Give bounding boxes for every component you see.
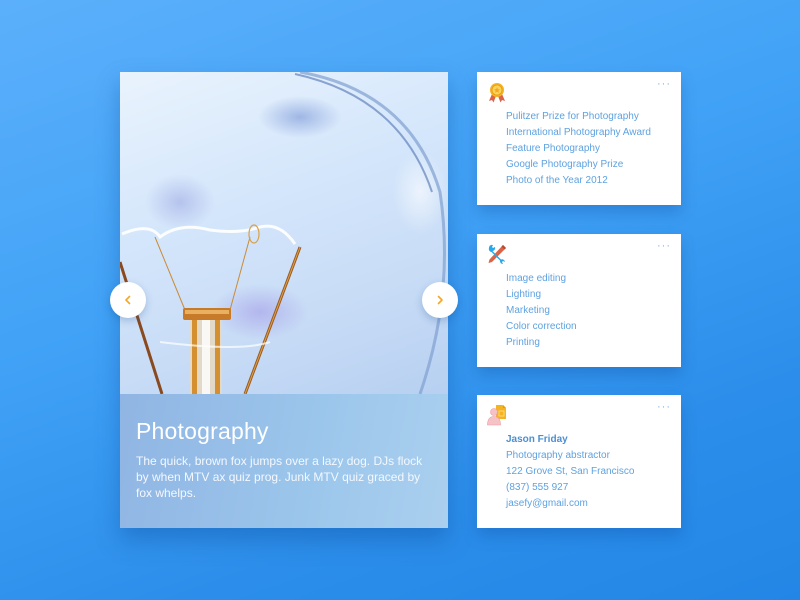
bulb-glass-edge <box>299 72 446 394</box>
hero-title: Photography <box>136 418 269 444</box>
contact-phone[interactable]: (837) 555 927 <box>506 480 634 496</box>
contact-card: ··· Jason Friday Photography abstractor … <box>477 395 681 528</box>
support-wire-left <box>154 236 186 311</box>
award-item[interactable]: Feature Photography <box>506 141 651 157</box>
skill-item[interactable]: Color correction <box>506 319 577 335</box>
chevron-right-icon <box>437 295 443 305</box>
contact-address[interactable]: 122 Grove St, San Francisco <box>506 464 634 480</box>
more-options-button[interactable]: ··· <box>657 401 671 413</box>
hero-caption: Photography The quick, brown fox jumps o… <box>120 394 448 528</box>
award-item[interactable]: Photo of the Year 2012 <box>506 173 651 189</box>
support-wire-right <box>229 236 251 311</box>
stem-wire-2 <box>215 320 220 394</box>
hero-description: The quick, brown fox jumps over a lazy d… <box>136 454 423 500</box>
lead-wire-right-highlight <box>244 246 301 394</box>
more-options-button[interactable]: ··· <box>657 78 671 90</box>
contact-name: Jason Friday <box>506 434 568 445</box>
skill-item[interactable]: Image editing <box>506 271 577 287</box>
award-item[interactable]: International Photography Award <box>506 125 651 141</box>
contact-email[interactable]: jasefy@gmail.com <box>506 496 634 512</box>
lightbulb-photo <box>120 72 448 394</box>
lightbulb-illustration <box>120 72 446 394</box>
more-options-button[interactable]: ··· <box>657 240 671 252</box>
contact-role: Photography abstractor <box>506 450 610 461</box>
skill-item[interactable]: Marketing <box>506 303 577 319</box>
contact-details: Jason Friday Photography abstractor 122 … <box>506 432 634 512</box>
hero-card: Photography The quick, brown fox jumps o… <box>120 72 448 528</box>
award-medal-icon <box>489 83 505 103</box>
contact-profile-icon <box>487 405 506 426</box>
filament-glow <box>121 224 297 245</box>
chevron-left-icon <box>125 295 131 305</box>
stem-highlight <box>202 320 210 394</box>
stem-cap-highlight <box>185 310 229 314</box>
award-item[interactable]: Google Photography Prize <box>506 157 651 173</box>
skills-list: Image editing Lighting Marketing Color c… <box>506 271 577 351</box>
award-item[interactable]: Pulitzer Prize for Photography <box>506 109 651 125</box>
tools-icon <box>488 244 506 265</box>
skill-item[interactable]: Printing <box>506 335 577 351</box>
skills-card: ··· Image editing Lighting Marketing Col… <box>477 234 681 367</box>
awards-card: ··· Pulitzer Prize for Photography Inter… <box>477 72 681 205</box>
awards-list: Pulitzer Prize for Photography Internati… <box>506 109 651 189</box>
skill-item[interactable]: Lighting <box>506 287 577 303</box>
previous-slide-button[interactable] <box>110 282 146 318</box>
stem-wire-1 <box>192 320 197 394</box>
next-slide-button[interactable] <box>422 282 458 318</box>
